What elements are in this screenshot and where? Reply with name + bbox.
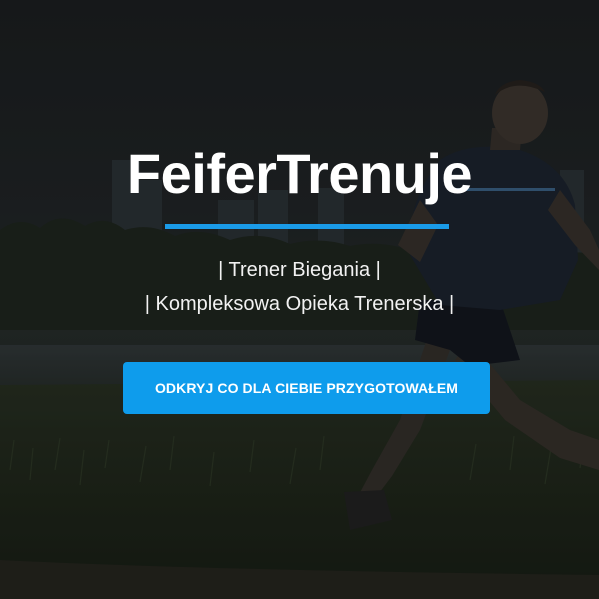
hero-content: FeiferTrenuje | Trener Biegania | | Komp… [0,0,599,599]
tagline-primary: | Trener Biegania | [218,259,381,281]
site-title: FeiferTrenuje [126,142,473,205]
title-underline [165,224,449,229]
hero-section: FeiferTrenuje | Trener Biegania | | Komp… [0,0,599,599]
tagline-secondary: | Kompleksowa Opieka Trenerska | [144,293,455,315]
discover-offer-button[interactable]: ODKRYJ CO DLA CIEBIE PRZYGOTOWAŁEM [123,362,490,414]
